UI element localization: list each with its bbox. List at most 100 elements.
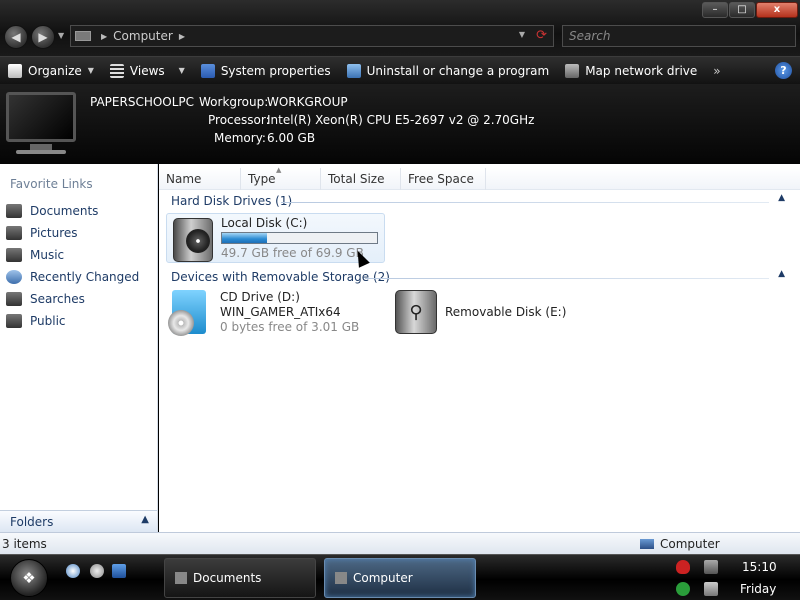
help-icon[interactable]: ? <box>775 62 792 79</box>
details-pane: PAPERSCHOOLPC Workgroup: WORKGROUP Proce… <box>0 84 800 164</box>
cd-drive-icon <box>168 290 206 336</box>
more-commands-button[interactable]: » <box>705 64 728 78</box>
favorite-label: Pictures <box>30 226 78 240</box>
favorite-label: Documents <box>30 204 99 218</box>
favorite-pictures[interactable]: Pictures <box>4 222 154 244</box>
favorite-recently-changed[interactable]: Recently Changed <box>4 266 154 288</box>
memory-label: Memory: <box>214 131 266 145</box>
volume-muted-icon[interactable] <box>704 582 718 596</box>
chevron-right-icon[interactable]: ▶ <box>179 32 185 41</box>
drive-free-space: 0 bytes free of 3.01 GB <box>220 320 360 334</box>
monitor-base <box>16 150 66 154</box>
group-title: Devices with Removable Storage (2) <box>171 270 390 284</box>
processor-label: Processor: <box>208 113 270 127</box>
quick-launch-icon[interactable] <box>90 564 104 578</box>
status-location-label: Computer <box>660 537 720 551</box>
network-drive-icon <box>565 63 580 78</box>
folders-label: Folders <box>10 515 54 529</box>
drive-name: Removable Disk (E:) <box>445 305 567 319</box>
security-shield-icon[interactable] <box>676 560 690 574</box>
recent-pages-dropdown[interactable]: ▼ <box>58 31 64 40</box>
address-bar[interactable]: ▶ Computer ▶ ▼ ⟳ <box>70 25 554 47</box>
favorite-documents[interactable]: Documents <box>4 200 154 222</box>
monitor-icon <box>6 92 76 142</box>
group-title: Hard Disk Drives (1) <box>171 194 293 208</box>
organize-icon <box>8 63 22 78</box>
documents-folder-icon <box>6 204 22 218</box>
drive-usage-fill <box>222 233 267 243</box>
collapse-group-icon[interactable]: ▲ <box>778 269 785 279</box>
drive-name: Local Disk (C:) <box>221 216 308 230</box>
task-label: Documents <box>193 571 262 585</box>
drive-name: CD Drive (D:) <box>220 290 300 304</box>
taskbar: ❖ Documents Computer 15:10 Friday <box>0 554 800 600</box>
drive-volume-label: WIN_GAMER_ATIx64 <box>220 305 341 319</box>
system-properties-button[interactable]: System properties <box>193 57 339 84</box>
usb-drive-icon: ⚲ <box>395 290 437 334</box>
clock-time[interactable]: 15:10 <box>742 560 777 574</box>
taskbar-computer[interactable]: Computer <box>324 558 476 598</box>
internet-explorer-icon[interactable] <box>66 564 80 578</box>
organize-label: Organize <box>28 63 82 78</box>
close-button[interactable]: x <box>756 2 798 18</box>
favorite-public[interactable]: Public <box>4 310 154 332</box>
network-icon[interactable] <box>704 560 718 574</box>
group-hard-disk-drives[interactable]: Hard Disk Drives (1) ▲ <box>171 193 787 210</box>
drive-cd-d[interactable]: CD Drive (D:) WIN_GAMER_ATIx64 0 bytes f… <box>166 288 376 338</box>
favorite-links-list: Documents Pictures Music Recently Change… <box>4 200 154 332</box>
memory-value: 6.00 GB <box>267 131 316 145</box>
computer-name: PAPERSCHOOLPC <box>90 95 195 109</box>
search-input[interactable] <box>562 25 796 47</box>
pictures-folder-icon <box>6 226 22 240</box>
refresh-icon[interactable]: ⟳ <box>536 28 547 43</box>
navigation-pane: Favorite Links Documents Pictures Music … <box>0 164 158 532</box>
map-network-drive-button[interactable]: Map network drive <box>557 57 705 84</box>
group-removable-storage[interactable]: Devices with Removable Storage (2) ▲ <box>171 269 787 286</box>
favorite-label: Searches <box>30 292 85 306</box>
status-check-icon[interactable] <box>676 582 690 596</box>
column-headers: Name ▲ Type Total Size Free Space <box>159 166 800 190</box>
map-drive-label: Map network drive <box>585 63 698 78</box>
start-button[interactable]: ❖ <box>10 559 48 597</box>
favorite-label: Recently Changed <box>30 270 140 284</box>
column-type[interactable]: ▲ Type <box>241 166 321 190</box>
forward-button[interactable]: ▶ <box>31 25 55 49</box>
column-free-space[interactable]: Free Space <box>401 168 486 190</box>
views-icon <box>109 63 124 78</box>
public-folder-icon <box>6 314 22 328</box>
drive-usage-bar <box>221 232 378 244</box>
workgroup-label: Workgroup: <box>199 95 269 109</box>
collapse-group-icon[interactable]: ▲ <box>778 193 785 203</box>
column-name[interactable]: Name <box>159 168 241 190</box>
favorite-searches[interactable]: Searches <box>4 288 154 310</box>
folders-toggle[interactable]: Folders ▲ <box>0 510 157 532</box>
taskbar-documents[interactable]: Documents <box>164 558 316 598</box>
maximize-button[interactable]: □ <box>729 2 755 18</box>
drive-local-disk-c[interactable]: Local Disk (C:) 49.7 GB free of 69.9 GB <box>166 213 385 263</box>
breadcrumb-computer[interactable]: Computer <box>113 29 173 43</box>
folder-icon <box>175 572 187 584</box>
workgroup-value: WORKGROUP <box>267 95 348 109</box>
uninstall-program-button[interactable]: Uninstall or change a program <box>339 57 558 84</box>
minimize-button[interactable]: – <box>702 2 728 18</box>
system-properties-label: System properties <box>220 63 331 78</box>
drive-removable-e[interactable]: ⚲ Removable Disk (E:) <box>391 288 601 338</box>
favorite-music[interactable]: Music <box>4 244 154 266</box>
back-button[interactable]: ◀ <box>4 25 28 49</box>
hard-drive-icon <box>173 218 213 262</box>
computer-icon <box>640 539 654 549</box>
forward-arrow-icon: ▶ <box>38 30 48 44</box>
group-divider <box>281 202 769 203</box>
views-button[interactable]: Views ▼ <box>102 57 193 84</box>
address-dropdown-icon[interactable]: ▼ <box>519 30 525 39</box>
drive-free-space: 49.7 GB free of 69.9 GB <box>221 246 364 260</box>
organize-button[interactable]: Organize ▼ <box>0 57 102 84</box>
clock-day[interactable]: Friday <box>740 582 776 596</box>
column-total-size[interactable]: Total Size <box>321 168 401 190</box>
chevron-right-icon[interactable]: ▶ <box>101 32 107 41</box>
computer-icon <box>335 572 347 584</box>
favorite-label: Public <box>30 314 66 328</box>
uninstall-icon <box>346 63 361 78</box>
chevron-up-icon: ▲ <box>141 514 149 525</box>
show-desktop-icon[interactable] <box>112 564 126 578</box>
